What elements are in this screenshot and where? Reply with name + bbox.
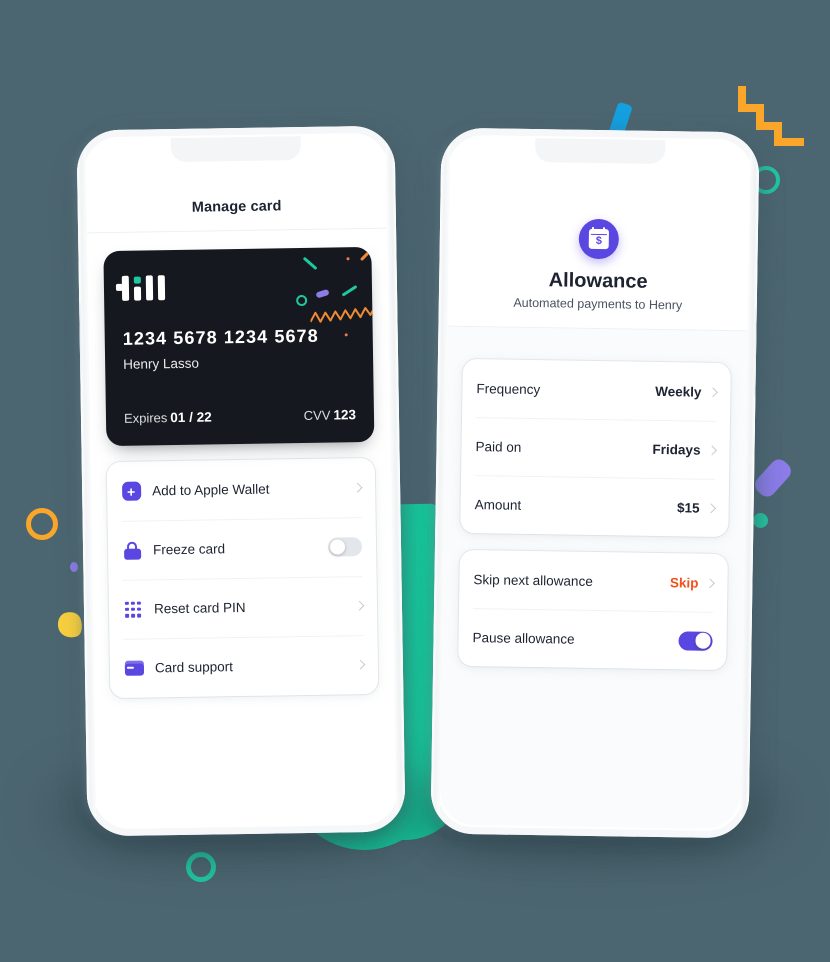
purple-dot-decoration-left bbox=[70, 562, 78, 572]
phone-notch bbox=[535, 138, 666, 165]
chevron-right-icon[interactable] bbox=[354, 600, 365, 611]
setting-value: Fridays bbox=[652, 441, 701, 458]
phone-notch bbox=[170, 136, 301, 163]
till-logo-icon bbox=[121, 270, 166, 301]
confetti-dot-icon-2 bbox=[344, 333, 348, 337]
chevron-right-icon[interactable] bbox=[706, 502, 717, 513]
card-details-row: Expires 01 / 22 CVV 123 bbox=[124, 406, 356, 428]
chevron-right-icon[interactable] bbox=[707, 444, 717, 455]
menu-item-label: Reset card PIN bbox=[153, 599, 246, 617]
menu-item-reset-card-pin[interactable]: Reset card PIN bbox=[123, 576, 365, 639]
teal-dot-decoration-right bbox=[753, 513, 768, 528]
menu-item-add-to-apple-wallet[interactable]: + Add to Apple Wallet bbox=[121, 458, 363, 521]
teal-ring-decoration-bottom bbox=[186, 852, 216, 882]
card-expiry: Expires 01 / 22 bbox=[123, 409, 212, 426]
confetti-capsule-icon bbox=[315, 288, 330, 299]
confetti-ring-icon bbox=[296, 294, 308, 307]
skip-action-value[interactable]: Skip bbox=[670, 575, 699, 590]
menu-item-label: Card support bbox=[154, 659, 234, 676]
payment-card[interactable]: 1234 5678 1234 5678 Henry Lasso Expires 0… bbox=[103, 246, 375, 447]
menu-item-label: Freeze card bbox=[152, 541, 226, 558]
keypad-grid-icon bbox=[123, 599, 143, 619]
lock-icon bbox=[122, 540, 142, 560]
confetti-tick-icon bbox=[359, 251, 370, 262]
left-phone-mockup: Manage card 1234 5678 1234 5678 Henry La… bbox=[76, 125, 406, 837]
setting-row-frequency[interactable]: Frequency Weekly bbox=[476, 359, 718, 421]
setting-row-amount[interactable]: Amount $15 bbox=[474, 475, 717, 537]
card-holder-name: Henry Lasso bbox=[123, 355, 200, 372]
setting-row-paid-on[interactable]: Paid on Fridays bbox=[475, 417, 717, 479]
orange-ring-decoration-left bbox=[26, 508, 58, 540]
card-cvv: CVV 123 bbox=[303, 407, 357, 424]
action-row-pause-allowance[interactable]: Pause allowance bbox=[472, 608, 713, 670]
setting-label: Frequency bbox=[476, 380, 541, 397]
confetti-dash-icon-2 bbox=[341, 284, 358, 297]
chevron-right-icon[interactable] bbox=[352, 482, 363, 493]
allowance-title: Allowance bbox=[548, 269, 648, 293]
wallet-plus-icon: + bbox=[121, 481, 141, 501]
setting-value: Weekly bbox=[655, 383, 702, 400]
card-actions-list: + Add to Apple Wallet Freeze card Reset … bbox=[106, 457, 379, 699]
action-label: Skip next allowance bbox=[473, 571, 593, 589]
card-number: 1234 5678 1234 5678 bbox=[122, 325, 319, 349]
confetti-dash-icon bbox=[302, 256, 318, 271]
chevron-right-icon[interactable] bbox=[704, 577, 715, 588]
menu-item-freeze-card[interactable]: Freeze card bbox=[122, 517, 363, 580]
freeze-card-toggle[interactable] bbox=[327, 537, 363, 557]
allowance-actions-group: Skip next allowance Skip Pause allowance bbox=[458, 549, 728, 671]
setting-label: Paid on bbox=[475, 438, 522, 455]
menu-item-label: Add to Apple Wallet bbox=[152, 481, 270, 499]
allowance-settings-group: Frequency Weekly Paid on Fridays Amount … bbox=[460, 358, 731, 538]
yellow-blob-decoration bbox=[54, 608, 86, 642]
menu-item-card-support[interactable]: Card support bbox=[123, 635, 366, 698]
purple-rectangle-decoration bbox=[751, 455, 795, 501]
right-phone-screen: $ Allowance Automated payments to Henry … bbox=[439, 136, 751, 830]
confetti-dot-icon bbox=[346, 257, 350, 261]
header-divider bbox=[87, 227, 388, 234]
setting-value: $15 bbox=[676, 499, 700, 516]
phone-side-button[interactable] bbox=[753, 308, 759, 397]
credit-card-icon bbox=[124, 658, 144, 678]
allowance-header: $ Allowance Automated payments to Henry bbox=[448, 137, 751, 314]
chevron-right-icon[interactable] bbox=[355, 659, 366, 670]
page-title: Manage card bbox=[191, 198, 282, 216]
action-row-skip-next-allowance[interactable]: Skip next allowance Skip bbox=[473, 550, 715, 612]
orange-zigzag-decoration bbox=[738, 86, 804, 148]
chevron-right-icon[interactable] bbox=[707, 386, 718, 397]
left-phone-screen: Manage card 1234 5678 1234 5678 Henry La… bbox=[85, 134, 397, 828]
setting-label: Amount bbox=[474, 496, 522, 513]
right-phone-mockup: $ Allowance Automated payments to Henry … bbox=[430, 127, 760, 839]
allowance-subtitle: Automated payments to Henry bbox=[513, 295, 683, 313]
allowance-body: Frequency Weekly Paid on Fridays Amount … bbox=[439, 326, 748, 830]
pause-allowance-toggle[interactable] bbox=[678, 630, 713, 651]
scene: Manage card 1234 5678 1234 5678 Henry La… bbox=[0, 0, 830, 962]
calendar-dollar-icon: $ bbox=[578, 218, 620, 260]
confetti-squiggle-icon bbox=[309, 303, 375, 324]
action-label: Pause allowance bbox=[472, 629, 575, 647]
